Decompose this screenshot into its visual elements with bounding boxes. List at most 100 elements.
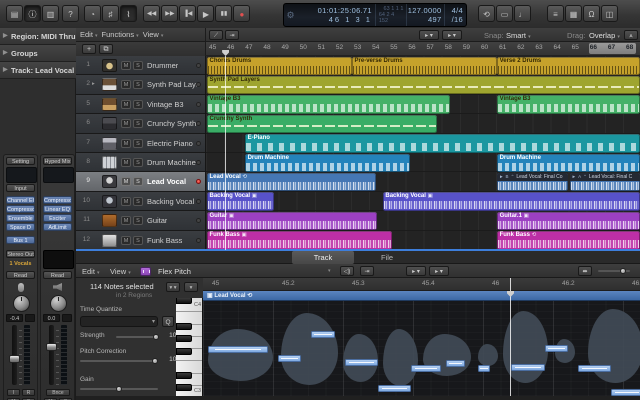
midi-out-icon[interactable]: ◁) [340, 266, 354, 276]
solo-button[interactable]: S [133, 80, 143, 89]
goto-begin-button[interactable]: ▐◀ [179, 5, 196, 22]
rewind-button[interactable]: ◀◀ [143, 5, 160, 22]
pause-button[interactable]: ▮▮ [215, 5, 232, 22]
flex-pitch-note[interactable] [511, 364, 545, 371]
cycle-button[interactable]: ⟲ [478, 5, 495, 22]
zoom-slider-handle[interactable] [620, 268, 626, 274]
view-menu[interactable]: View ▾ [143, 30, 164, 39]
flex-pitch-note[interactable] [278, 355, 301, 362]
eq-thumbnail[interactable] [6, 167, 37, 183]
functions-menu[interactable]: Functions ▾ [102, 30, 139, 39]
mute-button[interactable]: M [121, 158, 131, 167]
mute-button[interactable]: M [121, 139, 131, 148]
record-enable-dot[interactable] [196, 102, 201, 107]
track-lane-drum-machine[interactable] [206, 153, 640, 172]
browsers-button[interactable]: ◫ [601, 5, 618, 22]
track-header-electric-piano[interactable]: 7MSElectric Piano [76, 134, 205, 153]
solo-button[interactable]: S [133, 100, 143, 109]
lcd-display[interactable]: ⚙ 01:01:25:06.71 46 1 3 1 63 1 1 1 64 2 … [283, 3, 467, 27]
mute-button[interactable]: M [121, 216, 131, 225]
track-lane-electric-piano[interactable] [206, 134, 640, 153]
plugin-slot-linear-eq[interactable]: Linear EQ [43, 205, 72, 213]
record-enable-dot[interactable] [196, 199, 201, 204]
automation-icon[interactable]: ⟋ [209, 30, 223, 40]
mute-button[interactable]: M [121, 177, 131, 186]
track-inspector-header[interactable]: ▶ Track: Lead Vocal [0, 62, 76, 79]
record-enable-dot[interactable] [196, 238, 201, 243]
solo-button[interactable]: S [133, 158, 143, 167]
gain-slider-handle[interactable] [116, 386, 122, 392]
note-pads-button[interactable]: ▦ [565, 5, 582, 22]
track-header-funk-bass[interactable]: 12MSFunk Bass [76, 231, 205, 250]
plugin-slot-adlimit[interactable]: AdLimit [43, 223, 72, 231]
plugin-slot-channel-eq[interactable]: Channel EQ [6, 196, 35, 204]
solo-button[interactable]: S [133, 216, 143, 225]
flex-pitch-note[interactable] [478, 365, 490, 372]
solo-button[interactable]: S [133, 119, 143, 128]
mute-button[interactable]: M [121, 197, 131, 206]
left-click-tool-menu[interactable]: ▸ ▾ [419, 30, 439, 40]
tab-file[interactable]: File [356, 251, 418, 264]
solo-button[interactable]: S [133, 197, 143, 206]
record-enable-button[interactable]: R [22, 389, 35, 396]
automation-mode-button[interactable]: Read [6, 271, 35, 279]
catch-playhead-icon[interactable]: ⇥ [225, 30, 239, 40]
inspector-toggle-button[interactable]: ⓘ [24, 5, 41, 22]
track-lane-synth-pad-layers[interactable] [206, 75, 640, 94]
track-header-drummer[interactable]: 1MSDrummer [76, 56, 205, 75]
fader-track[interactable] [49, 325, 54, 385]
list-editors-button[interactable]: ≡ [547, 5, 564, 22]
pan-knob[interactable] [13, 295, 30, 312]
record-button[interactable]: ● [233, 5, 250, 22]
piano-keyboard[interactable]: C4C3 [176, 298, 203, 396]
flex-icon[interactable] [140, 267, 151, 276]
add-track-button[interactable]: + [82, 44, 96, 54]
strength-slider[interactable] [116, 336, 158, 338]
region-inspector-header[interactable]: ▶ Region: MIDI Thru [0, 28, 76, 45]
flex-pitch-field[interactable] [203, 301, 640, 396]
track-header-synth-pad-layers[interactable]: 2▸MSSynth Pad Layers [76, 75, 205, 94]
flex-pitch-note[interactable] [345, 359, 378, 366]
flex-pitch-note[interactable] [311, 331, 335, 338]
group-slot[interactable]: 1 Vocals [6, 260, 35, 267]
piano-black-key[interactable] [176, 298, 192, 304]
volume-fader[interactable] [9, 355, 20, 363]
send-slot-bus1[interactable]: Bus 1 [6, 236, 35, 244]
solo-button[interactable]: S [133, 177, 143, 186]
piano-black-key[interactable] [176, 335, 192, 342]
input-monitor-button[interactable]: I [7, 389, 20, 396]
eq-thumbnail[interactable] [43, 167, 74, 183]
mute-button[interactable]: M [121, 100, 131, 109]
plugin-slot-compressor[interactable]: Compressor [43, 196, 72, 204]
track-lane-crunchy-synth[interactable] [206, 114, 640, 133]
track-lane-guitar[interactable] [206, 211, 640, 230]
library-toggle-button[interactable]: ▥ [42, 5, 59, 22]
piano-black-key[interactable] [176, 348, 192, 355]
solo-button[interactable]: S [133, 236, 143, 245]
flex-pitch-note[interactable] [611, 389, 640, 396]
volume-fader[interactable] [46, 343, 57, 351]
apple-loops-button[interactable]: Ω [583, 5, 600, 22]
output-setting-button[interactable]: Hyped Mix [43, 157, 72, 165]
bar-ruler[interactable]: 4546474849505152535455565758596061626364… [205, 42, 640, 56]
waveform-zoom-icon[interactable]: ⩓ [624, 30, 638, 40]
track-header-backing-vocal[interactable]: 10MSBacking Vocal [76, 192, 205, 211]
note-edit-button[interactable]: ▾ ▾ [166, 282, 180, 292]
track-header-guitar[interactable]: 11MSGuitar [76, 211, 205, 230]
editor-divider[interactable] [76, 249, 640, 251]
drag-menu[interactable]: Overlap ▾ [589, 31, 620, 40]
plugin-slot-ensemble[interactable]: Ensemble [6, 214, 35, 222]
bounce-button[interactable]: Bnce [46, 389, 70, 396]
quick-help-button[interactable]: ? [62, 5, 79, 22]
mute-button[interactable]: M [121, 236, 131, 245]
flex-pitch-note[interactable] [411, 365, 441, 372]
flex-pitch-note[interactable] [208, 346, 268, 353]
editor-beat-ruler[interactable]: 4545.245.345.44646.246.3 [203, 278, 640, 291]
mute-button[interactable]: M [121, 119, 131, 128]
track-lane-funk-bass[interactable] [206, 231, 640, 250]
note-more-button[interactable]: ▾ [184, 282, 198, 292]
track-lane-vintage-b3[interactable] [206, 95, 640, 114]
edit-menu[interactable]: Edit ▾ [80, 30, 98, 39]
play-button[interactable]: ▶ [197, 5, 214, 22]
autopunch-button[interactable]: ▭ [496, 5, 513, 22]
